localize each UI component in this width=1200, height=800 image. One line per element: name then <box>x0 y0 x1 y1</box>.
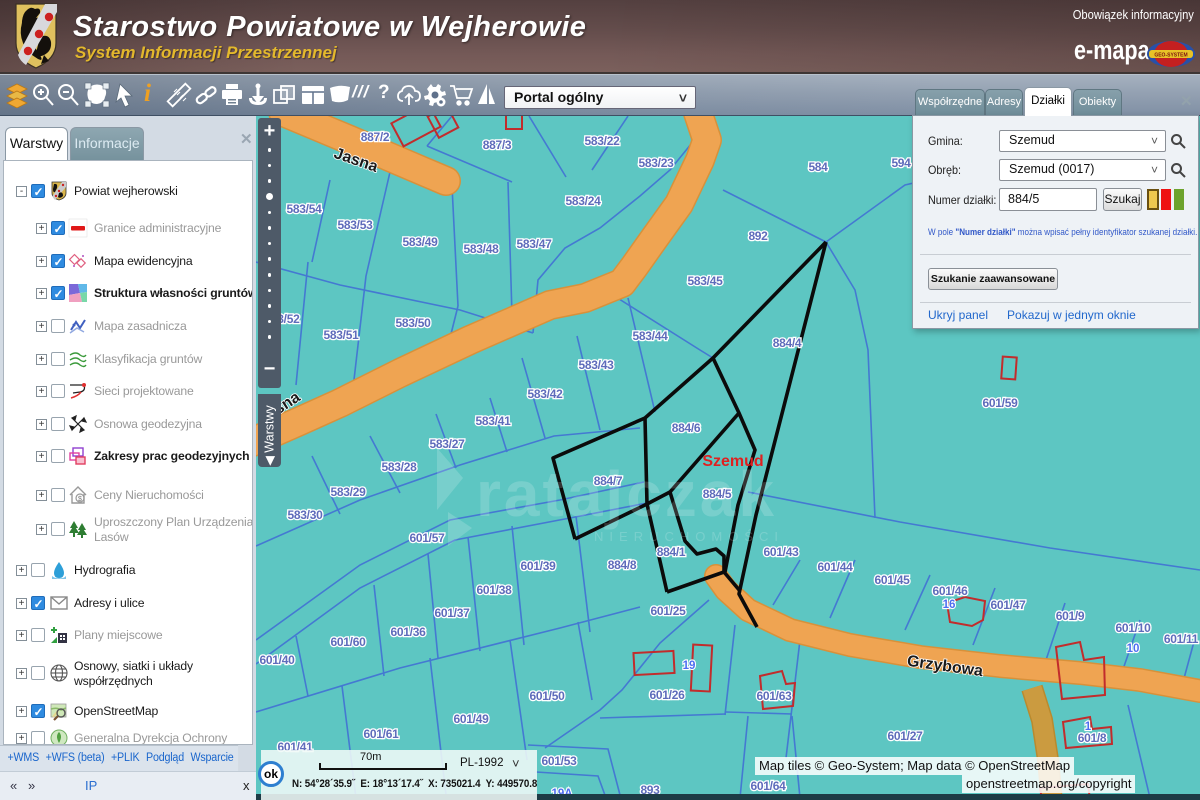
svg-text:601/59: 601/59 <box>983 396 1019 410</box>
svg-text:884/5: 884/5 <box>703 487 732 501</box>
svg-text:583/48: 583/48 <box>464 242 500 256</box>
svg-text:583/51: 583/51 <box>324 328 360 342</box>
svg-text:601/44: 601/44 <box>818 560 854 574</box>
svg-text:583/43: 583/43 <box>579 358 615 372</box>
svg-text:GEO-SYSTEM: GEO-SYSTEM <box>1154 53 1187 59</box>
svg-text:583/45: 583/45 <box>688 274 724 288</box>
svg-text:583/49: 583/49 <box>403 235 439 249</box>
svg-text:601/60: 601/60 <box>331 635 367 649</box>
svg-text:601/25: 601/25 <box>651 604 687 618</box>
svg-text:583/27: 583/27 <box>430 437 466 451</box>
svg-text:601/47: 601/47 <box>991 598 1027 612</box>
svg-text:583/41: 583/41 <box>476 414 512 428</box>
svg-text:$: $ <box>78 496 82 503</box>
svg-text:NIERUCHOMOŚCI: NIERUCHOMOŚCI <box>594 529 784 544</box>
svg-text:583/54: 583/54 <box>287 202 323 216</box>
svg-text:583/23: 583/23 <box>639 156 675 170</box>
svg-text:884/8: 884/8 <box>608 558 637 572</box>
svg-text:601/61: 601/61 <box>364 727 400 741</box>
svg-text:884/7: 884/7 <box>594 474 623 488</box>
svg-text:601/63: 601/63 <box>757 689 793 703</box>
svg-text:601/50: 601/50 <box>530 689 566 703</box>
svg-text:601/10: 601/10 <box>1116 621 1152 635</box>
svg-text:601/9: 601/9 <box>1056 609 1085 623</box>
svg-text:601/26: 601/26 <box>650 688 686 702</box>
svg-text:884/1: 884/1 <box>657 545 686 559</box>
svg-text:601/57: 601/57 <box>410 531 446 545</box>
svg-text:583/28: 583/28 <box>382 460 418 474</box>
svg-text:601/27: 601/27 <box>888 729 924 743</box>
svg-text:601/36: 601/36 <box>391 625 427 639</box>
svg-text:583/47: 583/47 <box>517 237 553 251</box>
svg-text:601/45: 601/45 <box>875 573 911 587</box>
svg-text:601/37: 601/37 <box>435 606 471 620</box>
svg-text:601/40: 601/40 <box>260 653 296 667</box>
svg-text:583/22: 583/22 <box>585 134 621 148</box>
svg-text:601/53: 601/53 <box>542 754 578 768</box>
svg-text:892: 892 <box>748 229 768 243</box>
svg-text:583/44: 583/44 <box>633 329 669 343</box>
svg-text:887/3: 887/3 <box>483 138 512 152</box>
svg-text:887/2: 887/2 <box>361 130 390 144</box>
svg-text:19: 19 <box>683 660 696 672</box>
svg-text:601/11: 601/11 <box>1164 632 1199 646</box>
svg-text:583/50: 583/50 <box>396 316 432 330</box>
svg-text:594: 594 <box>891 156 911 170</box>
svg-text:583/30: 583/30 <box>288 508 324 522</box>
svg-text:884/4: 884/4 <box>773 336 802 350</box>
svg-text:583/24: 583/24 <box>566 194 602 208</box>
svg-text:601/43: 601/43 <box>764 545 800 559</box>
svg-text:601/49: 601/49 <box>454 712 490 726</box>
svg-text:583/42: 583/42 <box>528 387 564 401</box>
svg-text:583/53: 583/53 <box>338 218 374 232</box>
svg-text:16: 16 <box>943 599 956 611</box>
svg-text:601/38: 601/38 <box>477 583 513 597</box>
svg-text:601/8: 601/8 <box>1078 731 1107 745</box>
svg-text:1: 1 <box>1085 721 1092 733</box>
svg-text:601/64: 601/64 <box>751 779 787 793</box>
svg-text:10: 10 <box>1127 643 1140 655</box>
svg-text:Szemud: Szemud <box>702 453 763 470</box>
svg-text:583/29: 583/29 <box>331 485 367 499</box>
svg-text:884/6: 884/6 <box>672 421 701 435</box>
svg-text:601/46: 601/46 <box>933 584 969 598</box>
svg-text:584: 584 <box>808 160 828 174</box>
svg-text:601/39: 601/39 <box>521 559 557 573</box>
